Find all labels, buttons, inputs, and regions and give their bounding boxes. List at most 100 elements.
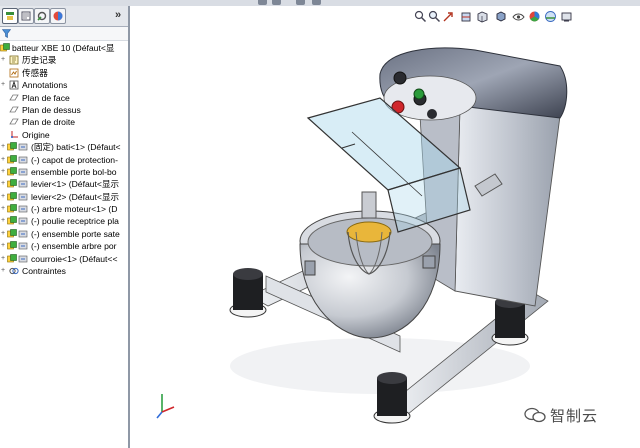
start-button[interactable] bbox=[413, 88, 425, 100]
part-icon bbox=[7, 191, 17, 200]
feature-manager-panel: » batteur XBE 10 (Défaut<显 + 历史记录 传感器 + … bbox=[0, 6, 130, 448]
display-manager-icon bbox=[53, 11, 63, 21]
tree-item-label: (固定) bati<1> (Défaut< bbox=[31, 142, 121, 153]
tree-item-part[interactable]: + courroie<1> (Défaut<< bbox=[0, 253, 128, 265]
tree-item-label: (-) ensemble porte sate bbox=[31, 228, 120, 239]
plane-icon bbox=[9, 106, 19, 113]
feature-tree: batteur XBE 10 (Défaut<显 + 历史记录 传感器 + An… bbox=[0, 42, 128, 277]
assembly-icon bbox=[0, 43, 10, 52]
component-link-icon bbox=[18, 143, 28, 151]
component-link-icon bbox=[18, 255, 28, 262]
plane-icon bbox=[9, 118, 19, 125]
sensor-icon bbox=[9, 68, 19, 78]
ribbon-button[interactable] bbox=[296, 0, 305, 5]
expand-toggle[interactable]: + bbox=[1, 81, 6, 88]
part-icon bbox=[7, 179, 17, 188]
tree-item-front-plane[interactable]: Plan de face bbox=[0, 92, 128, 104]
history-icon bbox=[9, 55, 19, 65]
expand-panel-button[interactable]: » bbox=[112, 8, 124, 22]
tree-item-history[interactable]: + 历史记录 bbox=[0, 54, 128, 66]
tree-item-label: Annotations bbox=[22, 80, 68, 91]
funnel-icon[interactable] bbox=[2, 29, 11, 38]
tree-item-label: 历史记录 bbox=[22, 55, 57, 66]
plane-icon bbox=[9, 94, 19, 100]
tree-item-annotations[interactable]: + Annotations bbox=[0, 79, 128, 91]
expand-toggle[interactable]: + bbox=[1, 242, 6, 249]
expand-toggle[interactable]: + bbox=[1, 180, 6, 187]
tree-item-origin[interactable]: Origine bbox=[0, 129, 128, 141]
tab-feature-manager[interactable] bbox=[2, 8, 18, 24]
property-manager-icon bbox=[21, 11, 31, 21]
expand-toggle[interactable]: + bbox=[1, 193, 6, 200]
tree-item-right-plane[interactable]: Plan de droite bbox=[0, 116, 128, 128]
tree-item-part[interactable]: + (-) ensemble arbre por bbox=[0, 240, 128, 252]
expand-toggle[interactable]: + bbox=[1, 267, 6, 274]
part-icon bbox=[7, 229, 17, 238]
ribbon-button[interactable] bbox=[312, 0, 321, 5]
tree-item-part[interactable]: + ensemble porte bol-bo bbox=[0, 166, 128, 178]
component-link-icon bbox=[18, 168, 28, 176]
component-link-icon bbox=[18, 156, 28, 163]
part-icon bbox=[7, 241, 17, 250]
tree-item-label: (-) poulie receptrice pla bbox=[31, 216, 119, 227]
part-icon bbox=[7, 167, 17, 176]
part-icon bbox=[7, 216, 17, 225]
expand-toggle[interactable]: + bbox=[1, 217, 6, 224]
component-link-icon bbox=[18, 230, 28, 238]
tree-item-part[interactable]: + levier<2> (Défaut<显示 bbox=[0, 191, 128, 203]
tree-item-label: courroie<1> (Défaut<< bbox=[31, 253, 118, 264]
tree-item-label: Origine bbox=[22, 129, 50, 140]
tree-item-part[interactable]: + (-) poulie receptrice pla bbox=[0, 215, 128, 227]
tree-item-label: 传感器 bbox=[22, 67, 48, 78]
part-icon bbox=[7, 253, 17, 262]
tree-item-label: ensemble porte bol-bo bbox=[31, 166, 117, 177]
expand-toggle[interactable]: + bbox=[1, 56, 6, 63]
tab-display-manager[interactable] bbox=[50, 8, 66, 24]
tree-item-sensors[interactable]: 传感器 bbox=[0, 67, 128, 79]
tree-root-assembly[interactable]: batteur XBE 10 (Défaut<显 bbox=[0, 42, 128, 54]
expand-toggle[interactable]: + bbox=[1, 205, 6, 212]
mates-icon bbox=[9, 267, 19, 275]
tree-item-part[interactable]: + (-) arbre moteur<1> (D bbox=[0, 203, 128, 215]
tree-item-mates[interactable]: + Contraintes bbox=[0, 265, 128, 277]
ribbon-button[interactable] bbox=[258, 0, 267, 5]
tab-property-manager[interactable] bbox=[18, 8, 34, 24]
wechat-logo-icon bbox=[524, 407, 546, 423]
speed-knob[interactable] bbox=[393, 71, 407, 85]
tree-root-label: batteur XBE 10 (Défaut<显 bbox=[12, 43, 115, 53]
tree-item-part[interactable]: + levier<1> (Défaut<显示 bbox=[0, 178, 128, 190]
part-icon bbox=[7, 142, 17, 151]
expand-toggle[interactable]: + bbox=[1, 143, 6, 150]
tree-item-top-plane[interactable]: Plan de dessus bbox=[0, 104, 128, 116]
tree-item-label: (-) capot de protection- bbox=[31, 154, 118, 165]
watermark-text: 智制云 bbox=[550, 407, 599, 425]
expand-toggle[interactable]: + bbox=[1, 255, 6, 262]
graphics-viewport[interactable]: 智制云 bbox=[130, 6, 640, 448]
tree-item-label: (-) arbre moteur<1> (D bbox=[31, 204, 118, 215]
tree-item-part[interactable]: + (-) capot de protection- bbox=[0, 154, 128, 166]
origin-icon bbox=[11, 130, 18, 138]
part-icon bbox=[7, 154, 17, 163]
tree-item-label: levier<1> (Défaut<显示 bbox=[31, 179, 120, 190]
component-link-icon bbox=[18, 205, 28, 213]
tree-item-part[interactable]: + (-) ensemble porte sate bbox=[0, 228, 128, 240]
part-icon bbox=[7, 204, 17, 213]
expand-toggle[interactable]: + bbox=[1, 230, 6, 237]
reset-knob[interactable] bbox=[427, 109, 437, 119]
mixer-3d-model[interactable] bbox=[130, 6, 640, 448]
mixer-column[interactable] bbox=[454, 105, 561, 307]
panel-tab-bar: » bbox=[0, 6, 128, 27]
tree-item-label: levier<2> (Défaut<显示 bbox=[31, 191, 120, 202]
axis-triad-icon bbox=[156, 394, 175, 419]
tree-item-label: (-) ensemble arbre por bbox=[31, 241, 117, 252]
expand-toggle[interactable]: + bbox=[1, 168, 6, 175]
ribbon-button[interactable] bbox=[272, 0, 281, 5]
tab-configuration-manager[interactable] bbox=[34, 8, 50, 24]
component-link-icon bbox=[18, 218, 28, 225]
expand-toggle[interactable]: + bbox=[1, 156, 6, 163]
component-link-icon bbox=[18, 193, 28, 200]
tree-item-label: Contraintes bbox=[22, 266, 66, 277]
tree-filter-bar[interactable] bbox=[0, 27, 128, 41]
tree-item-part[interactable]: + (固定) bati<1> (Défaut< bbox=[0, 141, 128, 153]
component-link-icon bbox=[18, 242, 28, 250]
